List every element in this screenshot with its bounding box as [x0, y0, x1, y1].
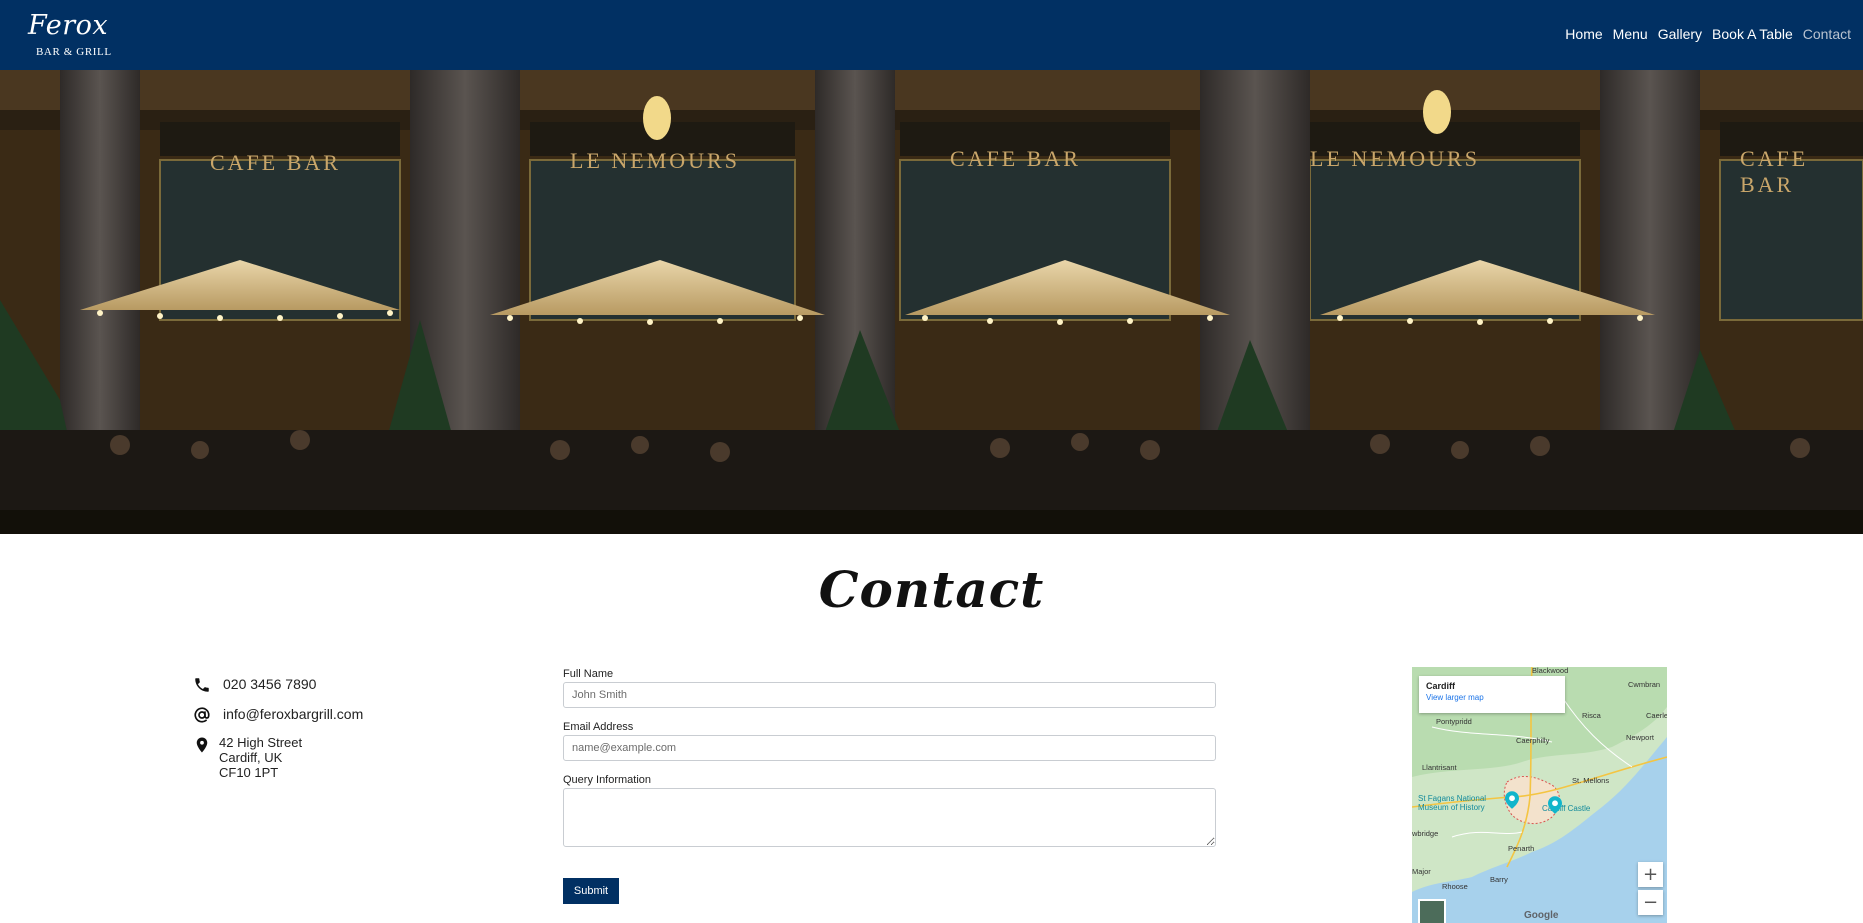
email-input[interactable] [563, 735, 1216, 761]
contact-info: 020 3456 7890 info@feroxbargrill.com 42 … [193, 674, 493, 784]
map-info-card: Cardiff View larger map [1419, 676, 1565, 713]
map-layer-toggle[interactable] [1418, 899, 1446, 923]
submit-button[interactable]: Submit [563, 878, 619, 904]
page-title: Contact [818, 560, 1045, 619]
email-label: Email Address [563, 721, 634, 733]
map-label: Newport [1626, 733, 1654, 742]
brand-name: Ferox [28, 10, 109, 41]
location-pin-icon [196, 737, 208, 753]
map-embed[interactable]: Cardiff View larger map Blackwood Cwmbra… [1412, 667, 1667, 923]
nav-link-home[interactable]: Home [1565, 24, 1602, 44]
brand-subtitle: BAR & GRILL [36, 46, 112, 58]
phone-number[interactable]: 020 3456 7890 [223, 675, 316, 693]
zoom-out-button[interactable]: − [1638, 890, 1663, 915]
map-poi-label: St Fagans National Museum of History [1418, 794, 1487, 812]
view-larger-map-link[interactable]: View larger map [1426, 692, 1558, 704]
map-label: Pontypridd [1436, 717, 1472, 726]
nav-link-contact[interactable]: Contact [1803, 24, 1851, 44]
map-label: Penarth [1508, 844, 1535, 853]
phone-row: 020 3456 7890 [193, 674, 493, 704]
map-label: Major [1412, 867, 1431, 876]
email-row: info@feroxbargrill.com [193, 704, 493, 734]
nav-link-menu[interactable]: Menu [1613, 24, 1648, 44]
hero-image: CAFE BAR LE NEMOURS CAFE BAR LE NEMOURS … [0, 70, 1863, 534]
nav-link-book-a-table[interactable]: Book A Table [1712, 24, 1793, 44]
map-label: Caerle [1646, 711, 1667, 720]
full-name-input[interactable] [563, 682, 1216, 708]
query-textarea[interactable] [563, 788, 1216, 847]
phone-icon [195, 678, 209, 692]
address-row: 42 High Street Cardiff, UK CF10 1PT [193, 734, 493, 784]
navbar: Ferox BAR & GRILL Home Menu Gallery Book… [0, 0, 1863, 70]
map-pin-icon[interactable] [1505, 791, 1519, 809]
map-label: Caerphilly [1516, 736, 1550, 745]
address-line: Cardiff, UK [219, 750, 283, 765]
zoom-in-button[interactable]: + [1638, 862, 1663, 887]
map-label: St. Mellons [1572, 776, 1610, 785]
at-icon [194, 707, 210, 723]
map-card-title: Cardiff [1426, 681, 1455, 691]
map-label: Cwmbran [1628, 680, 1661, 689]
map-label: Risca [1582, 711, 1601, 720]
map-pin-icon[interactable] [1548, 796, 1562, 814]
google-logo: Google [1524, 910, 1559, 921]
map-label: Barry [1490, 875, 1508, 884]
brand-logo[interactable]: Ferox BAR & GRILL [28, 10, 138, 62]
nav-link-gallery[interactable]: Gallery [1658, 24, 1702, 44]
contact-form: Full Name Email Address Query Informatio… [563, 666, 1216, 904]
address: 42 High Street Cardiff, UK CF10 1PT [219, 735, 302, 780]
email-address[interactable]: info@feroxbargrill.com [223, 705, 363, 723]
map-label: Rhoose [1442, 882, 1468, 891]
map-label: Blackwood [1532, 667, 1569, 675]
query-label: Query Information [563, 774, 652, 786]
main-nav: Home Menu Gallery Book A Table Contact [1565, 24, 1851, 44]
map-label: wbridge [1412, 829, 1439, 838]
map-label: Llantrisant [1422, 763, 1457, 772]
full-name-label: Full Name [563, 668, 614, 680]
address-line: 42 High Street [219, 735, 303, 750]
address-line: CF10 1PT [219, 765, 279, 780]
hero-cafe-illustration [0, 70, 1863, 534]
